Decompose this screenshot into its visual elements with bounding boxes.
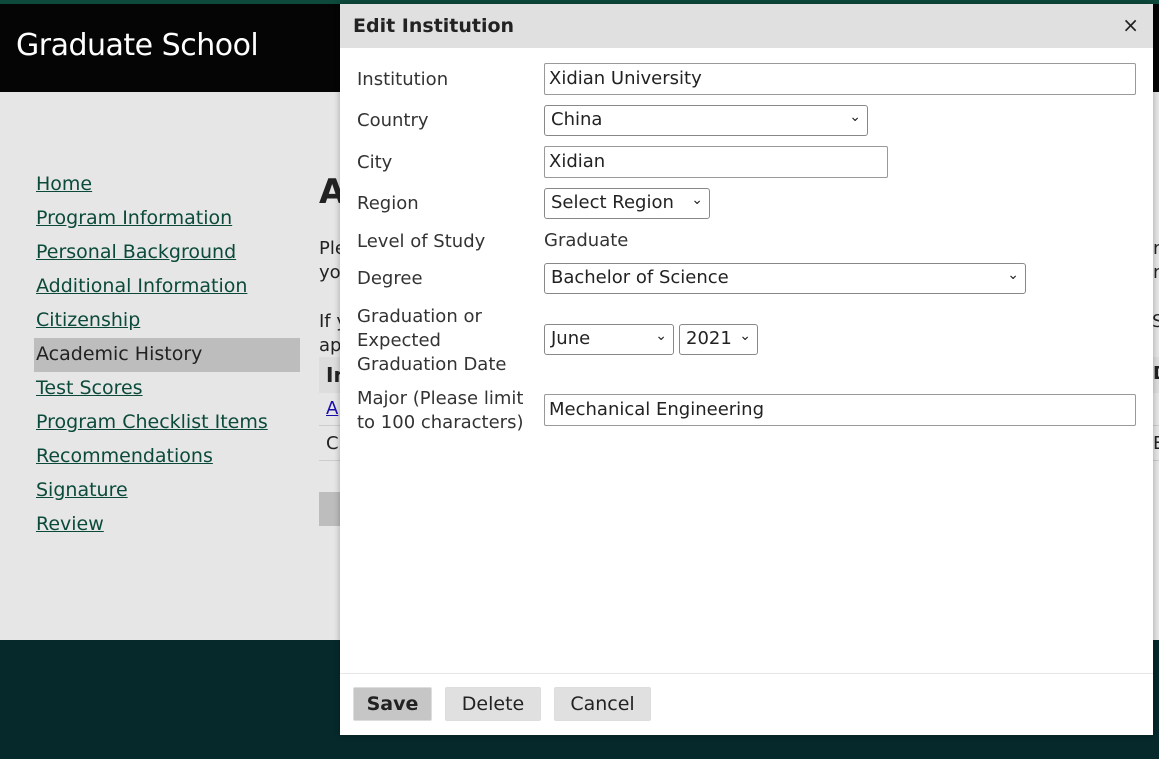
site-title: Graduate School xyxy=(16,28,259,63)
table-row-link[interactable]: A xyxy=(326,398,338,419)
sidebar-item-program-checklist-items[interactable]: Program Checklist Items xyxy=(34,406,300,440)
delete-button[interactable]: Delete xyxy=(445,687,541,721)
close-icon[interactable]: × xyxy=(1122,13,1139,37)
region-select[interactable]: Select Region ⌄ xyxy=(544,188,710,219)
info-text-line2: ap xyxy=(319,335,342,356)
level-of-study-value: Graduate xyxy=(544,230,629,251)
cancel-button[interactable]: Cancel xyxy=(554,687,651,721)
graduation-date-label: Graduation or Expected Graduation Date xyxy=(357,306,507,375)
chevron-down-icon: ⌄ xyxy=(691,192,703,208)
sidebar-item-program-information[interactable]: Program Information xyxy=(34,202,300,236)
major-label: Major (Please limit to 100 characters) xyxy=(357,388,524,433)
major-input[interactable]: Mechanical Engineering xyxy=(544,394,1136,426)
bg-text-right: n xyxy=(1153,238,1159,259)
sidebar-item-citizenship[interactable]: Citizenship xyxy=(34,304,300,338)
sidebar-item-additional-information[interactable]: Additional Information xyxy=(34,270,300,304)
city-label: City xyxy=(357,152,393,173)
chevron-down-icon: ⌄ xyxy=(655,328,667,344)
region-value: Select Region xyxy=(551,192,674,213)
country-select[interactable]: China ⌄ xyxy=(544,105,868,136)
degree-value: Bachelor of Science xyxy=(551,267,729,288)
region-label: Region xyxy=(357,193,419,214)
table-cell: C xyxy=(326,433,339,454)
save-button[interactable]: Save xyxy=(353,687,432,721)
sidebar-item-personal-background[interactable]: Personal Background xyxy=(34,236,300,270)
country-label: Country xyxy=(357,110,429,131)
chevron-down-icon: ⌄ xyxy=(1007,267,1019,283)
graduation-year-select[interactable]: 2021 ⌄ xyxy=(679,324,758,355)
graduation-month-value: June xyxy=(551,328,591,349)
graduation-year-value: 2021 xyxy=(686,328,732,349)
sidebar-item-test-scores[interactable]: Test Scores xyxy=(34,372,300,406)
sidebar-item-academic-history[interactable]: Academic History xyxy=(34,338,300,372)
institution-label: Institution xyxy=(357,69,449,90)
degree-label: Degree xyxy=(357,268,423,289)
city-input[interactable]: Xidian xyxy=(544,146,888,178)
sidebar-item-home[interactable]: Home xyxy=(34,168,300,202)
dialog-header: Edit Institution × xyxy=(340,4,1153,48)
sidebar-item-review[interactable]: Review xyxy=(34,508,300,542)
edit-institution-dialog: Edit Institution × Institution Xidian Un… xyxy=(340,4,1153,735)
dialog-footer-divider xyxy=(340,673,1153,674)
graduation-month-select[interactable]: June ⌄ xyxy=(544,324,674,355)
country-value: China xyxy=(551,109,603,130)
degree-select[interactable]: Bachelor of Science ⌄ xyxy=(544,263,1026,294)
chevron-down-icon: ⌄ xyxy=(739,328,751,344)
bg-table-cell-right: E xyxy=(1153,433,1159,454)
sidebar-item-recommendations[interactable]: Recommendations xyxy=(34,440,300,474)
dialog-title: Edit Institution xyxy=(353,15,515,37)
intro-text-line2: yo xyxy=(319,262,341,283)
level-of-study-label: Level of Study xyxy=(357,231,486,252)
bg-table-header-right: D xyxy=(1153,363,1159,384)
bg-text-right: n: xyxy=(1153,262,1159,283)
institution-input[interactable]: Xidian University xyxy=(544,63,1136,95)
sidebar-item-signature[interactable]: Signature xyxy=(34,474,300,508)
bg-text-right: S xyxy=(1152,311,1159,332)
chevron-down-icon: ⌄ xyxy=(849,109,861,125)
sidebar-nav: Home Program Information Personal Backgr… xyxy=(34,168,300,542)
